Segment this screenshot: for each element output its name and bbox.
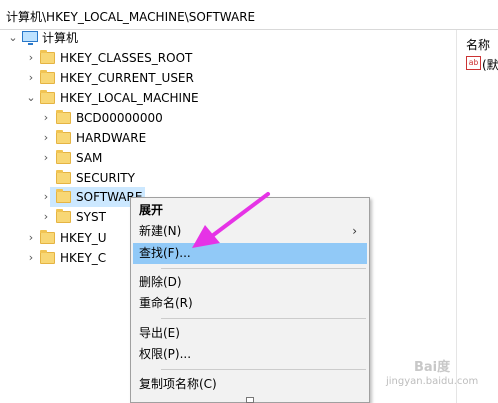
watermark: Bai度 jingyan.baidu.com [384,344,494,400]
watermark-brand: Bai度 [414,360,451,375]
annotation-arrow-icon [192,192,270,248]
scroll-corner [246,397,254,403]
watermark-site: jingyan.baidu.com [386,376,479,387]
